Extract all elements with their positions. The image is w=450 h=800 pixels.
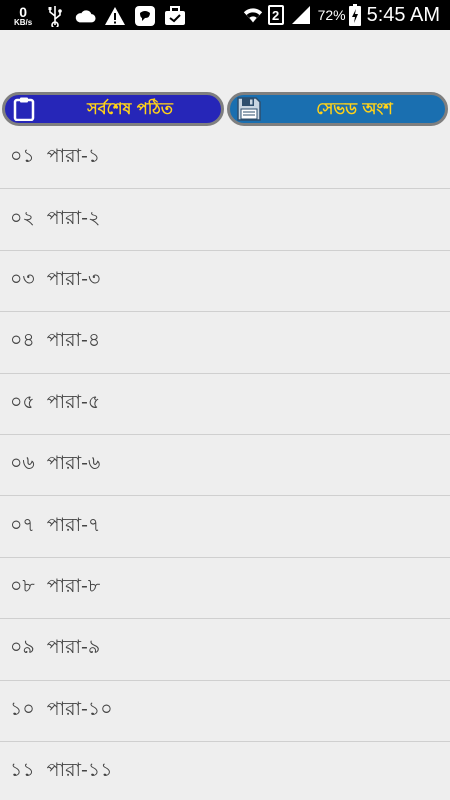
item-title: পারা-৪ — [46, 329, 101, 352]
saved-parts-label: সেভড অংশ — [316, 98, 393, 118]
battery-percent: 72% — [317, 7, 346, 23]
item-number: ০১ — [10, 145, 35, 168]
list-item[interactable]: ০৩ পারা-৩ — [0, 251, 450, 313]
sim-slot-badge: 2 — [267, 5, 284, 25]
list-item[interactable]: ০৯ পারা-৯ — [0, 619, 450, 681]
item-number: ০৪ — [10, 329, 35, 352]
item-number: ০৫ — [10, 390, 35, 413]
item-number: ০৮ — [10, 574, 35, 597]
list-item[interactable]: ০৫ পারা-৫ — [0, 374, 450, 435]
saved-parts-button[interactable]: সেভড অংশ — [227, 92, 448, 126]
item-title: পারা-১০ — [46, 697, 113, 720]
item-title: পারা-৬ — [46, 452, 101, 475]
para-list: ০১ পারা-১ ০২ পারা-২ ০৩ পারা-৩ ০৪ পারা-৪ ০৫ পা… — [0, 128, 450, 800]
item-number: ০৯ — [10, 636, 35, 659]
clipboard-icon — [9, 97, 39, 121]
list-item[interactable]: ০১ পারা-১ — [0, 128, 450, 190]
battery-charging-icon — [348, 4, 361, 26]
list-item[interactable]: ১০ পারা-১০ — [0, 681, 450, 742]
list-item[interactable]: ০৮ পারা-৮ — [0, 558, 450, 620]
item-number: ০৩ — [10, 267, 35, 290]
list-item[interactable]: ০৭ পারা-৭ — [0, 496, 450, 558]
briefcase-icon — [164, 5, 186, 27]
list-item[interactable]: ০৬ পারা-৬ — [0, 435, 450, 497]
recent-read-button[interactable]: সর্বশেষ পঠিত — [2, 92, 224, 126]
network-speed-value: 0 — [19, 4, 28, 20]
chat-icon — [134, 5, 156, 27]
item-title: পারা-৫ — [46, 390, 101, 413]
recent-read-label: সর্বশেষ পঠিত — [87, 98, 173, 118]
list-item[interactable]: ০৪ পারা-৪ — [0, 312, 450, 374]
item-number: ০৭ — [10, 513, 35, 536]
item-number: ০২ — [10, 206, 35, 229]
list-item[interactable]: ০২ পারা-২ — [0, 189, 450, 251]
status-bar: 0 KB/s 2 72% 5:45 AM — [0, 0, 450, 30]
list-item[interactable]: ১১ পারা-১১ — [0, 742, 450, 800]
item-title: পারা-১১ — [46, 759, 113, 782]
clock: 5:45 AM — [366, 3, 440, 26]
item-number: ০৬ — [10, 452, 35, 475]
network-speed-unit: KB/s — [14, 18, 33, 27]
item-title: পারা-১ — [46, 145, 101, 168]
warning-icon — [104, 5, 126, 27]
usb-icon — [44, 5, 66, 27]
cloud-icon — [74, 5, 96, 27]
item-title: পারা-৮ — [46, 574, 101, 597]
item-number: ১০ — [10, 697, 35, 720]
toolbar: সর্বশেষ পঠিত সেভড অংশ — [0, 92, 450, 128]
item-title: পারা-৯ — [46, 636, 101, 659]
item-title: পারা-২ — [46, 206, 101, 229]
save-icon — [234, 96, 264, 122]
signal-icon — [290, 4, 312, 26]
item-number: ১১ — [10, 759, 35, 782]
item-title: পারা-৭ — [46, 513, 101, 536]
wifi-icon — [242, 4, 264, 26]
item-title: পারা-৩ — [46, 267, 101, 290]
status-left: 0 KB/s — [14, 2, 194, 30]
network-speed: 0 KB/s — [14, 5, 32, 27]
status-right: 2 72% 5:45 AM — [242, 0, 440, 30]
